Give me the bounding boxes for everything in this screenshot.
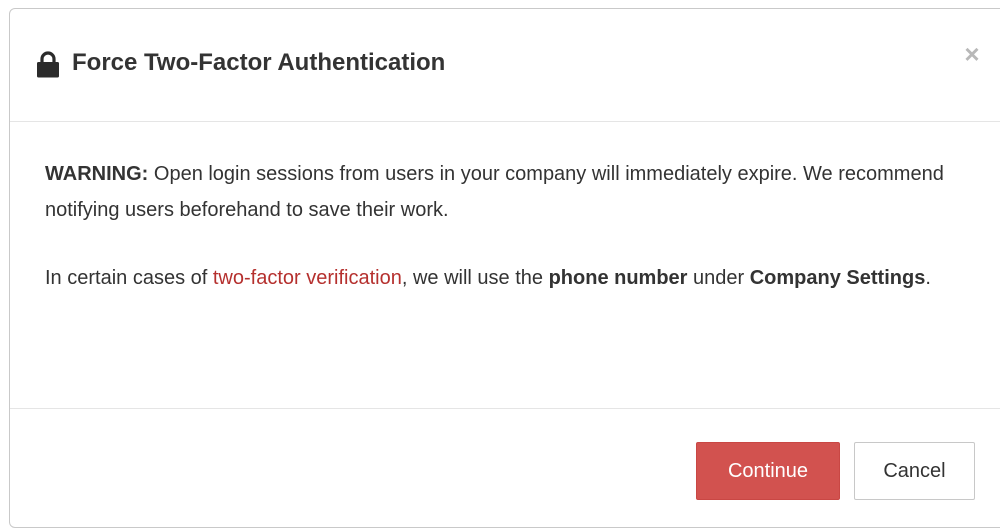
lock-icon	[36, 51, 60, 78]
continue-button[interactable]: Continue	[696, 442, 840, 500]
dialog-body: WARNING: Open login sessions from users …	[10, 122, 1000, 409]
company-settings-text: Company Settings	[749, 267, 926, 289]
two-factor-verification-link[interactable]: two-factor verification	[213, 267, 402, 289]
cancel-button[interactable]: Cancel	[854, 442, 975, 500]
dialog-footer: Continue Cancel	[10, 409, 1000, 522]
warning-text: Open login sessions from users in your c…	[45, 163, 944, 221]
close-icon: ×	[964, 39, 980, 69]
warning-paragraph: WARNING: Open login sessions from users …	[45, 156, 985, 228]
dialog-title: Force Two-Factor Authentication	[72, 49, 446, 76]
info-prefix: In certain cases of	[45, 267, 213, 289]
info-paragraph: In certain cases of two-factor verificat…	[45, 260, 985, 296]
dialog-header: Force Two-Factor Authentication ×	[10, 9, 1000, 122]
force-2fa-dialog: Force Two-Factor Authentication × WARNIN…	[9, 8, 1000, 528]
close-button[interactable]: ×	[960, 39, 984, 69]
phone-number-text: phone number	[548, 267, 688, 289]
warning-label: WARNING:	[45, 163, 149, 185]
info-middle: , we will use the	[401, 267, 549, 289]
info-after-phone: under	[687, 267, 750, 289]
info-end: .	[925, 267, 931, 289]
